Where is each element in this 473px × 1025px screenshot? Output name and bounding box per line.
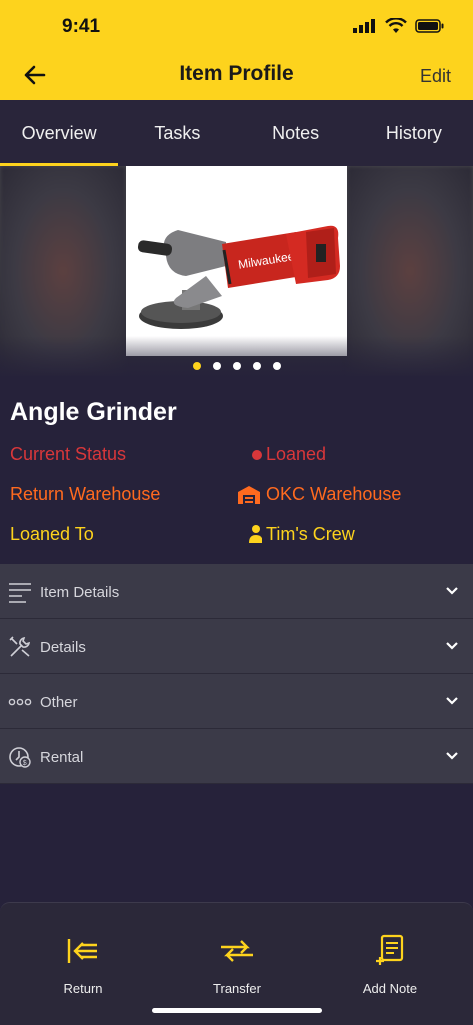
tab-notes[interactable]: Notes: [237, 100, 355, 166]
gallery-dot-2[interactable]: [212, 362, 221, 370]
sections-accordion: Item Details Details Other $ Rental: [0, 564, 473, 784]
app-header: 9:41 Item Profile Edit: [0, 0, 473, 100]
chevron-down-icon: [446, 642, 458, 650]
loaned-to-row: Loaned To Tim's Crew: [10, 520, 463, 550]
item-photo[interactable]: Milwaukee: [126, 166, 347, 356]
angle-grinder-photo: Milwaukee: [137, 225, 340, 329]
tab-history[interactable]: History: [355, 100, 473, 166]
item-summary: Angle Grinder Current Status Loaned Retu…: [0, 390, 473, 564]
section-label: Rental: [40, 749, 84, 766]
transfer-icon: [221, 940, 253, 962]
return-warehouse-label: Return Warehouse: [10, 484, 161, 504]
section-other[interactable]: Other: [0, 674, 473, 729]
nav-row: Item Profile Edit: [0, 52, 473, 96]
chevron-down-icon: [446, 752, 458, 760]
add-note-label: Add Note: [362, 981, 418, 996]
chevron-down-icon: [446, 697, 458, 705]
loaned-to-label: Loaned To: [10, 524, 94, 544]
status-value: Loaned: [266, 444, 327, 464]
edit-button[interactable]: Edit: [420, 66, 451, 87]
return-warehouse-value: OKC Warehouse: [266, 484, 402, 504]
section-rental[interactable]: $ Rental: [0, 729, 473, 784]
section-label: Other: [40, 694, 78, 711]
transfer-button[interactable]: Transfer: [177, 933, 297, 996]
warehouse-icon: [238, 486, 260, 504]
tab-tasks[interactable]: Tasks: [118, 100, 236, 166]
gallery-dot-5[interactable]: [272, 362, 281, 370]
chevron-down-icon: [446, 587, 458, 595]
battery-icon: [415, 19, 444, 33]
section-details[interactable]: Details: [0, 619, 473, 674]
add-note-button[interactable]: Add Note: [330, 933, 450, 996]
transfer-label: Transfer: [213, 981, 261, 996]
return-label: Return: [63, 981, 103, 996]
status-row: Current Status Loaned: [10, 440, 463, 470]
add-note-icon: [376, 934, 404, 965]
wifi-icon: [385, 18, 407, 33]
loaned-to-value: Tim's Crew: [266, 524, 355, 544]
gallery-dot-1[interactable]: [192, 362, 201, 370]
image-gallery[interactable]: Milwaukee: [0, 166, 473, 376]
status-icons: [353, 18, 445, 34]
action-bar: Return Transfer Add Note: [0, 902, 473, 1025]
section-label: Details: [40, 639, 86, 656]
status-label: Current Status: [10, 444, 127, 464]
tab-bar: Overview Tasks Notes History: [0, 100, 473, 166]
return-icon: [67, 939, 97, 963]
gallery-pagination: [0, 362, 473, 370]
section-item-details[interactable]: Item Details: [0, 564, 473, 619]
person-icon: [249, 525, 262, 543]
gallery-fade: [0, 336, 473, 376]
status-bar: 9:41: [0, 0, 473, 50]
tab-overview[interactable]: Overview: [0, 100, 119, 166]
page-title: Item Profile: [179, 62, 294, 85]
return-warehouse-row: Return Warehouse OKC Warehouse: [10, 480, 463, 510]
item-name: Angle Grinder: [10, 398, 177, 426]
gallery-dot-4[interactable]: [252, 362, 261, 370]
signal-icon: [353, 19, 375, 33]
clock-dollar-icon: $: [9, 747, 31, 768]
tools-icon: [9, 636, 31, 657]
dots-icon: [8, 698, 32, 706]
home-indicator: [152, 1008, 322, 1013]
status-time: 9:41: [62, 16, 101, 37]
lines-icon: [9, 583, 31, 603]
dot-icon: [252, 450, 262, 460]
return-button[interactable]: Return: [23, 933, 143, 996]
svg-text:$: $: [23, 760, 27, 767]
section-label: Item Details: [40, 584, 120, 601]
gallery-dot-3[interactable]: [232, 362, 241, 370]
